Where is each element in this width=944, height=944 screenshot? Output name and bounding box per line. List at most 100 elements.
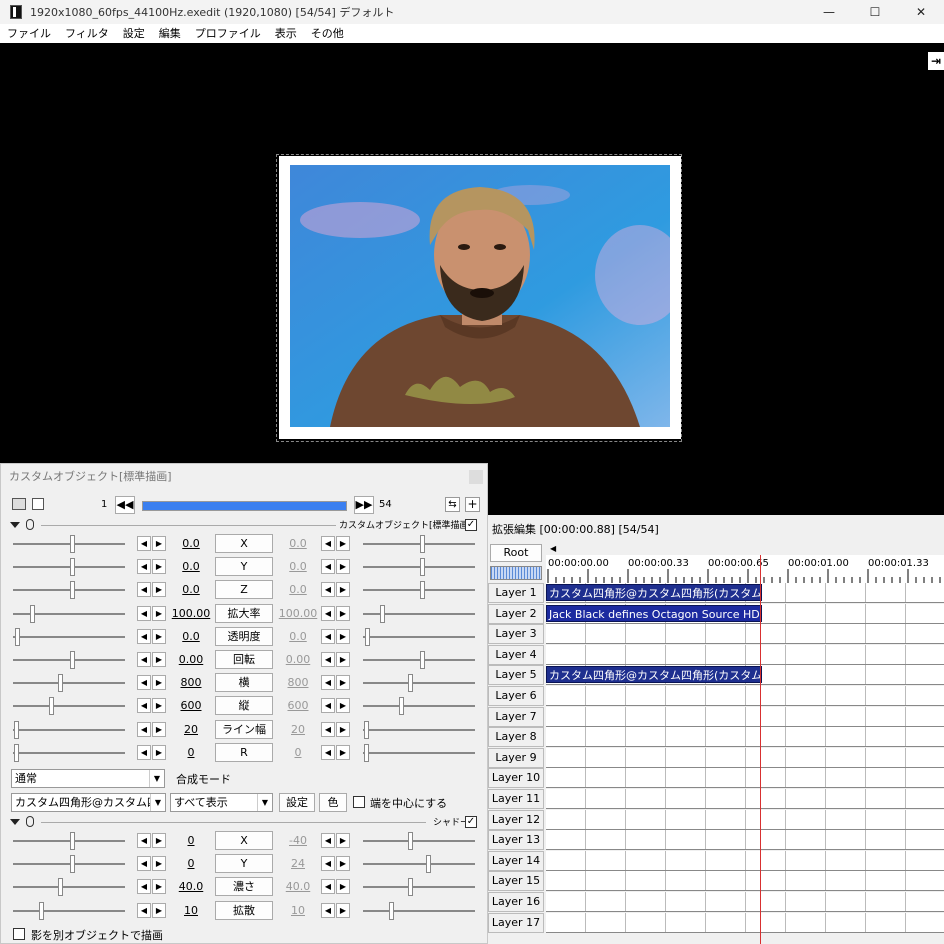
scroll-left-icon[interactable]: ◀ [550,544,556,553]
increment-icon[interactable]: ▶ [336,879,350,895]
increment-icon[interactable]: ▶ [336,582,350,598]
slider-knob[interactable] [70,558,75,577]
decrement-icon[interactable]: ◀ [321,698,335,714]
param-start-value[interactable]: 0.0 [169,560,213,573]
param-end-value[interactable]: 0.0 [276,630,320,643]
increment-icon[interactable]: ▶ [336,559,350,575]
param-name-button[interactable]: Z [215,580,273,600]
param-end-value[interactable]: 600 [276,699,320,712]
param-name-button[interactable]: 濃さ [215,877,273,897]
layer-lane[interactable] [546,747,944,768]
decrement-icon[interactable]: ◀ [137,698,151,714]
increment-icon[interactable]: ▶ [336,652,350,667]
layer-name-button[interactable]: Layer 16 [488,892,544,912]
layer-lane[interactable] [546,912,944,933]
increment-icon[interactable]: ▶ [152,833,166,848]
layer-name-button[interactable]: Layer 12 [488,809,544,830]
layer-name-button[interactable]: Layer 1 [488,583,544,603]
slider-knob[interactable] [49,697,54,716]
increment-icon[interactable]: ▶ [152,536,166,551]
left-slider[interactable] [13,558,125,577]
layer-name-button[interactable]: Layer 8 [488,727,544,748]
right-slider[interactable] [363,535,475,553]
timeline-clip[interactable]: カスタム四角形@カスタム四角形(カスタムオブ [546,666,762,684]
preview-area[interactable]: ⇥ [0,43,944,463]
decrement-icon[interactable]: ◀ [137,721,151,737]
increment-icon[interactable]: ▶ [152,559,166,575]
decrement-icon[interactable]: ◀ [321,582,335,598]
decrement-icon[interactable]: ◀ [137,856,151,872]
param-end-value[interactable]: 10 [276,904,320,917]
layer-lane[interactable] [546,850,944,871]
decrement-icon[interactable]: ◀ [321,675,335,691]
increment-icon[interactable]: ▶ [152,582,166,598]
slider-knob[interactable] [30,604,35,623]
increment-icon[interactable]: ▶ [336,605,350,621]
param-end-value[interactable]: -40 [276,834,320,847]
minimize-button[interactable]: — [806,0,852,24]
panel-close-button[interactable] [469,470,483,484]
increment-icon[interactable]: ▶ [152,698,166,714]
param-name-button[interactable]: Y [215,854,273,874]
expand-icon[interactable]: ⇥ [928,52,944,70]
layer-name-button[interactable]: Layer 4 [488,644,544,665]
increment-icon[interactable]: ▶ [152,652,166,667]
go-end-icon[interactable]: ▶▶ [354,496,374,514]
left-slider[interactable] [13,674,125,693]
param-end-value[interactable]: 0.0 [276,583,320,596]
increment-icon[interactable]: ▶ [152,721,166,737]
layer-lane[interactable] [546,686,944,706]
layer-lane[interactable] [546,706,944,727]
increment-icon[interactable]: ▶ [152,675,166,691]
layer-name-button[interactable]: Layer 2 [488,603,544,624]
layer-lane[interactable]: カスタム四角形@カスタム四角形(カスタムオブ [546,583,944,603]
left-slider[interactable] [13,832,125,850]
param-start-value[interactable]: 0.0 [169,537,213,550]
decrement-icon[interactable]: ◀ [137,902,151,918]
param-name-button[interactable]: X [215,534,273,553]
right-slider[interactable] [363,604,475,623]
decrement-icon[interactable]: ◀ [321,628,335,644]
param-end-value[interactable]: 0.00 [276,653,320,666]
increment-icon[interactable]: ▶ [336,721,350,737]
increment-icon[interactable]: ▶ [336,536,350,551]
decrement-icon[interactable]: ◀ [321,902,335,918]
menu-settings[interactable]: 設定 [116,24,152,43]
slider-knob[interactable] [70,855,75,874]
layer-name-button[interactable]: Layer 6 [488,686,544,706]
go-start-icon[interactable]: ◀◀ [115,496,135,514]
increment-icon[interactable]: ▶ [336,675,350,691]
layer-name-button[interactable]: Layer 5 [488,665,544,686]
decrement-icon[interactable]: ◀ [137,675,151,691]
left-slider[interactable] [13,535,125,553]
left-slider[interactable] [13,627,125,646]
slider-knob[interactable] [70,832,75,850]
menu-file[interactable]: ファイル [0,24,58,43]
increment-icon[interactable]: ▶ [152,628,166,644]
param-name-button[interactable]: Y [215,557,273,577]
slider-knob[interactable] [399,697,404,716]
increment-icon[interactable]: ▶ [336,856,350,872]
param-start-value[interactable]: 800 [169,676,213,689]
decrement-icon[interactable]: ◀ [321,652,335,667]
param-end-value[interactable]: 100.00 [276,607,320,620]
layer-lane[interactable] [546,809,944,830]
param-name-button[interactable]: 縦 [215,696,273,716]
slider-knob[interactable] [408,832,413,850]
param-start-value[interactable]: 0 [169,746,213,759]
close-button[interactable]: ✕ [898,0,944,24]
left-slider[interactable] [13,878,125,897]
frame-progress-bar[interactable] [142,501,347,511]
collapse-triangle-icon[interactable] [10,522,20,528]
right-slider[interactable] [363,697,475,716]
slider-knob[interactable] [389,901,394,920]
decrement-icon[interactable]: ◀ [137,559,151,575]
param-start-value[interactable]: 0.00 [169,653,213,666]
right-slider[interactable] [363,581,475,600]
right-slider[interactable] [363,720,475,739]
param-name-button[interactable]: 回転 [215,650,273,669]
increment-icon[interactable]: ▶ [336,833,350,848]
decrement-icon[interactable]: ◀ [321,744,335,760]
decrement-icon[interactable]: ◀ [321,856,335,872]
decrement-icon[interactable]: ◀ [137,833,151,848]
